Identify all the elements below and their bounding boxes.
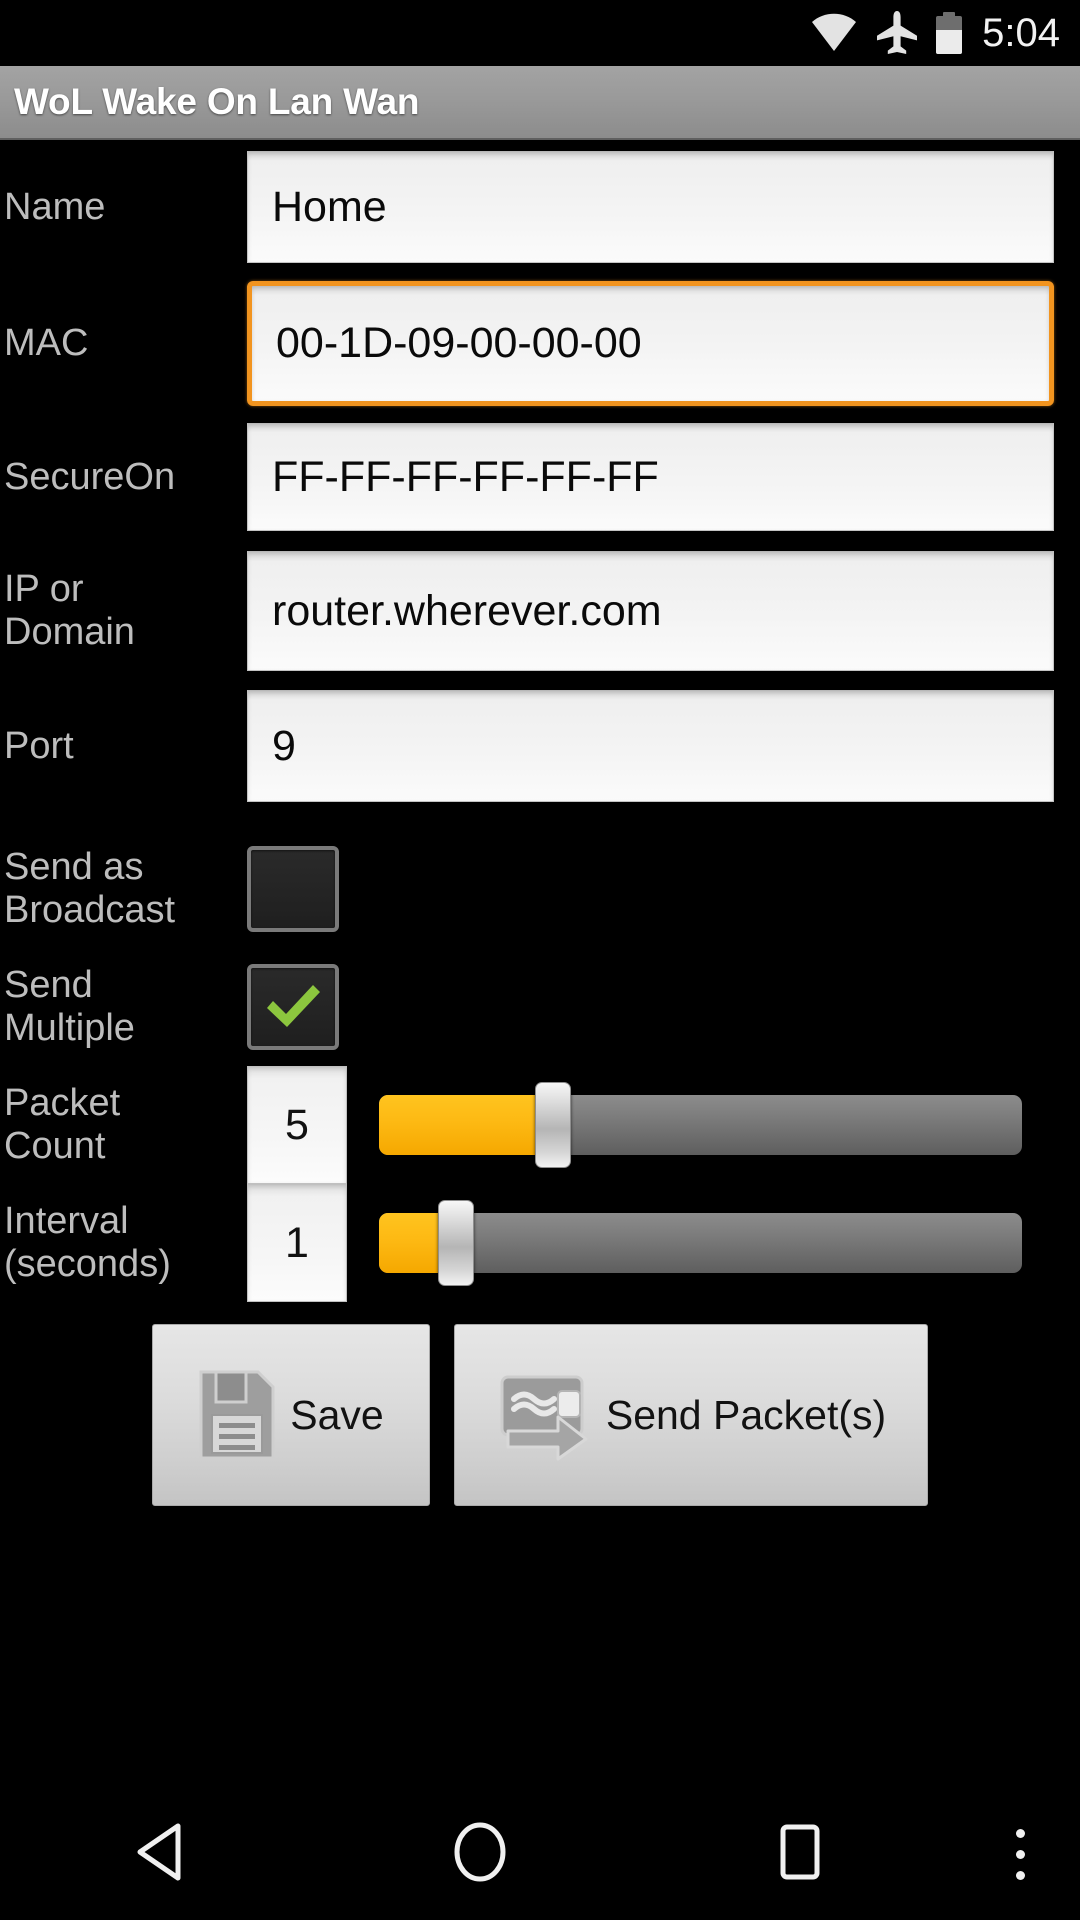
interval-slider-track <box>379 1213 1022 1273</box>
airplane-mode-icon <box>876 11 918 55</box>
label-name: Name <box>4 185 106 228</box>
send-multiple-checkbox[interactable] <box>247 964 339 1050</box>
wifi-icon <box>810 13 858 53</box>
nav-back-button[interactable] <box>0 1788 320 1920</box>
packet-count-input[interactable]: 5 <box>247 1066 347 1184</box>
nav-overflow-menu-button[interactable] <box>960 1788 1080 1920</box>
form-row-packet-count: Packet Count 5 <box>0 1066 1080 1184</box>
label-send-as-broadcast: Send as Broadcast <box>4 846 176 931</box>
back-triangle-icon <box>134 1823 186 1886</box>
form-row-port: Port 9 <box>0 686 1080 806</box>
send-packet-icon <box>496 1369 592 1461</box>
recents-square-icon <box>774 1823 826 1886</box>
send-packets-button[interactable]: Send Packet(s) <box>454 1324 928 1506</box>
interval-slider-thumb[interactable] <box>438 1200 475 1286</box>
label-secureon: SecureOn <box>4 455 176 498</box>
name-input[interactable]: Home <box>247 151 1054 263</box>
form-row-ip-domain: IP or Domain router.wherever.com <box>0 546 1080 676</box>
packet-count-slider-fill <box>379 1095 553 1155</box>
form-row-send-as-broadcast: Send as Broadcast <box>0 830 1080 948</box>
nav-recents-button[interactable] <box>640 1788 960 1920</box>
form-row-name: Name Home <box>0 146 1080 268</box>
save-button-label: Save <box>290 1391 384 1438</box>
label-ip-domain: IP or Domain <box>4 568 135 653</box>
packet-count-slider-thumb[interactable] <box>534 1082 571 1168</box>
nav-home-button[interactable] <box>320 1788 640 1920</box>
label-mac: MAC <box>4 321 89 364</box>
floppy-disk-icon <box>198 1369 276 1461</box>
overflow-menu-icon <box>1015 1823 1025 1886</box>
port-input[interactable]: 9 <box>247 690 1054 802</box>
form-row-interval: Interval (seconds) 1 <box>0 1184 1080 1302</box>
label-packet-count: Packet Count <box>4 1082 121 1167</box>
secureon-input[interactable]: FF-FF-FF-FF-FF-FF <box>247 423 1054 531</box>
status-bar: 5:04 <box>0 0 1080 66</box>
settings-form: Name Home MAC 00-1D-09-00-00-00 SecureOn… <box>0 140 1080 1510</box>
action-button-row: Save Send Packet(s) <box>0 1320 1080 1510</box>
android-navigation-bar <box>0 1788 1080 1920</box>
send-packets-button-label: Send Packet(s) <box>605 1391 887 1438</box>
form-row-mac: MAC 00-1D-09-00-00-00 <box>0 278 1080 408</box>
form-row-secureon: SecureOn FF-FF-FF-FF-FF-FF <box>0 418 1080 536</box>
mac-input[interactable]: 00-1D-09-00-00-00 <box>247 280 1054 406</box>
label-port: Port <box>4 724 74 767</box>
packet-count-slider[interactable] <box>379 1066 1022 1184</box>
home-circle-icon <box>452 1821 508 1888</box>
form-row-send-multiple: Send Multiple <box>0 948 1080 1066</box>
ip-domain-input[interactable]: router.wherever.com <box>247 551 1054 671</box>
status-clock: 5:04 <box>982 11 1060 55</box>
battery-icon <box>936 12 963 54</box>
app-title: WoL Wake On Lan Wan <box>14 81 420 122</box>
interval-input[interactable]: 1 <box>247 1184 347 1302</box>
save-button[interactable]: Save <box>152 1324 430 1506</box>
interval-slider[interactable] <box>379 1184 1022 1302</box>
label-send-multiple: Send Multiple <box>4 964 135 1049</box>
checkmark-icon <box>263 981 323 1033</box>
send-as-broadcast-checkbox[interactable] <box>247 846 339 932</box>
action-bar: WoL Wake On Lan Wan <box>0 66 1080 140</box>
label-interval: Interval (seconds) <box>4 1200 171 1285</box>
